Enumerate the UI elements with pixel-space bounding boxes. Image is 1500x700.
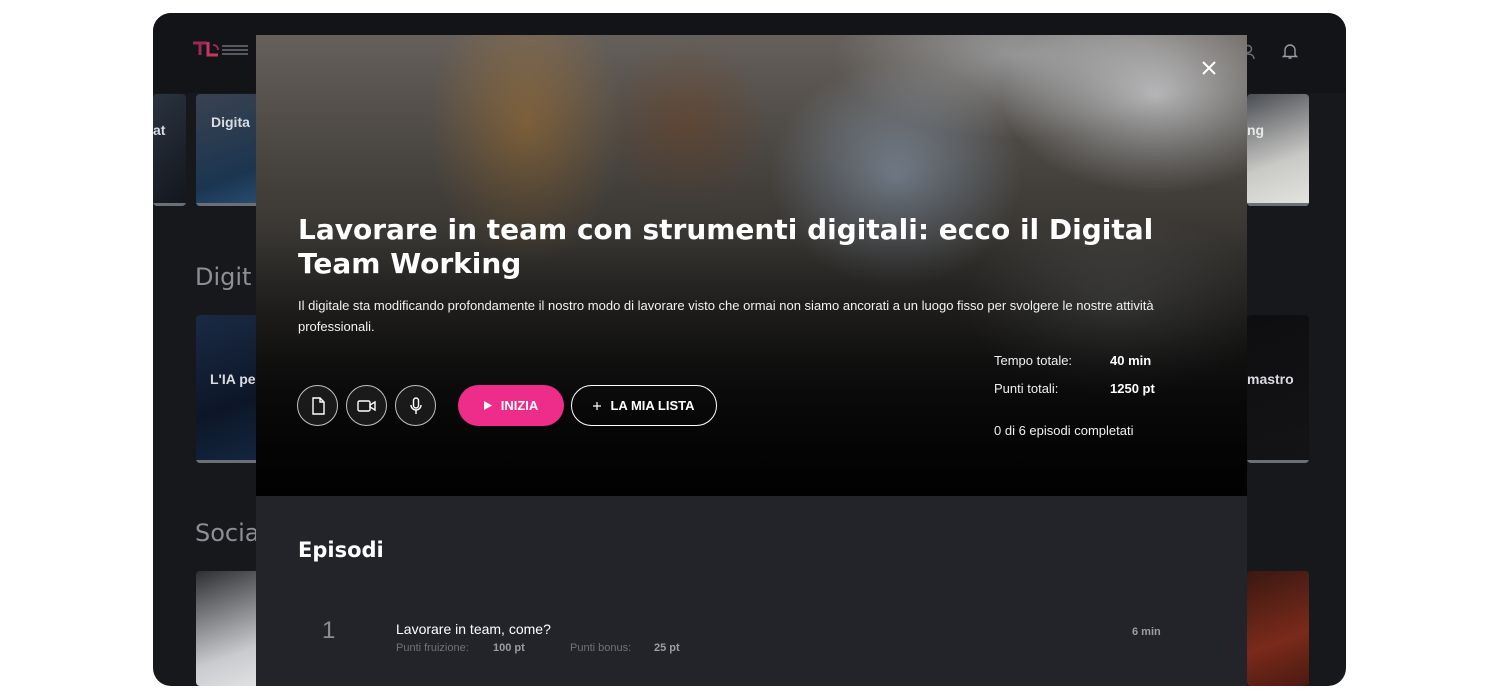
fruition-points-label: Punti fruizione: bbox=[396, 642, 469, 654]
video-icon bbox=[356, 399, 376, 412]
bonus-points-label: Punti bonus: bbox=[570, 642, 632, 654]
start-button-label: INIZIA bbox=[500, 398, 539, 413]
close-button[interactable] bbox=[1200, 59, 1218, 77]
close-icon bbox=[1202, 61, 1216, 75]
course-detail-modal: Lavorare in team con strumenti digitali:… bbox=[256, 35, 1247, 686]
carousel-card[interactable]: ng bbox=[1247, 94, 1309, 206]
audio-format-button[interactable] bbox=[395, 385, 436, 426]
app-window: at Digita ng Digit L'IA pe mastro Socia … bbox=[153, 13, 1346, 686]
section-title: Socia bbox=[195, 519, 260, 547]
card-title: at bbox=[153, 122, 166, 138]
card-title: ng bbox=[1247, 122, 1265, 138]
carousel-card[interactable]: at bbox=[153, 94, 186, 206]
video-format-button[interactable] bbox=[346, 385, 387, 426]
carousel-card[interactable] bbox=[1247, 571, 1309, 686]
episode-row[interactable]: 1 Lavorare in team, come? Punti fruizion… bbox=[256, 605, 1247, 665]
my-list-button-label: LA MIA LISTA bbox=[610, 398, 695, 413]
course-description: Il digitale sta modificando profondament… bbox=[298, 298, 1154, 334]
microphone-icon bbox=[409, 396, 422, 414]
add-to-my-list-button[interactable]: LA MIA LISTA bbox=[571, 385, 717, 426]
brand-logo[interactable] bbox=[191, 39, 251, 59]
episodes-progress-text: 0 di 6 episodi completati bbox=[994, 423, 1134, 438]
card-title: mastro bbox=[1247, 371, 1294, 387]
carousel-card[interactable]: mastro bbox=[1247, 315, 1309, 463]
play-icon bbox=[483, 401, 492, 410]
total-time-value: 40 min bbox=[1110, 353, 1152, 368]
course-title: Lavorare in team con strumenti digitali:… bbox=[298, 213, 1154, 280]
section-title: Digit bbox=[195, 263, 252, 291]
total-points-label: Punti totali: bbox=[994, 381, 1059, 396]
fruition-points-value: 100 pt bbox=[493, 642, 525, 654]
start-course-button[interactable]: INIZIA bbox=[458, 385, 564, 426]
card-title: L'IA pe bbox=[210, 371, 256, 387]
episodes-section-title: Episodi bbox=[298, 538, 384, 562]
notification-bell-icon[interactable] bbox=[1281, 42, 1299, 60]
document-format-button[interactable] bbox=[297, 385, 338, 426]
card-title: Digita bbox=[211, 114, 250, 130]
episode-title: Lavorare in team, come? bbox=[396, 621, 551, 637]
plus-icon bbox=[593, 401, 602, 410]
document-icon bbox=[311, 396, 325, 415]
episode-duration: 6 min bbox=[1132, 626, 1161, 638]
total-time-label: Tempo totale: bbox=[994, 353, 1073, 368]
bonus-points-value: 25 pt bbox=[654, 642, 680, 654]
total-points-value: 1250 pt bbox=[1110, 381, 1155, 396]
episode-number: 1 bbox=[322, 617, 336, 644]
